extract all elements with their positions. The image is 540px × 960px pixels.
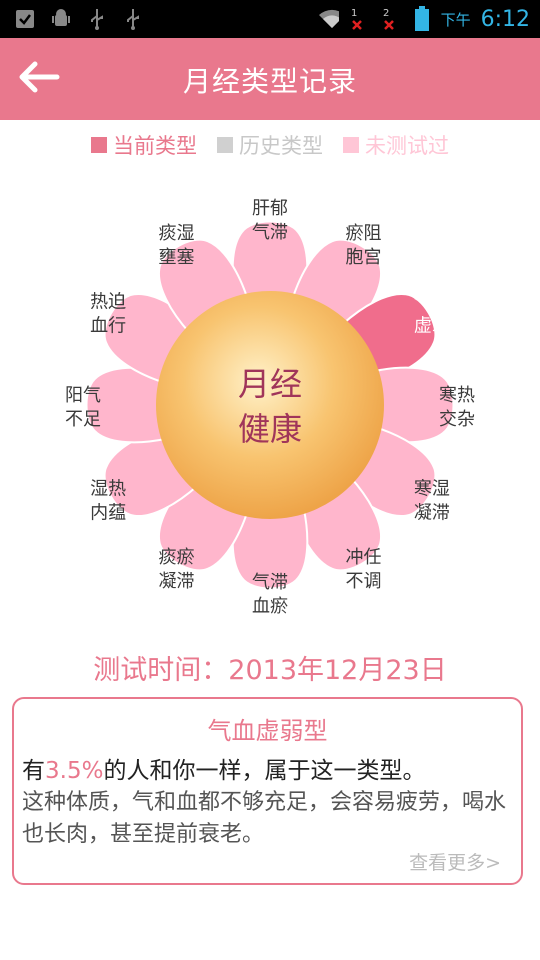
petal-label: 气滞: [252, 572, 288, 593]
petal-label: 热迫: [90, 292, 126, 313]
legend: 当前类型 历史类型 未测试过: [0, 130, 540, 160]
legend-item-untested: 未测试过: [343, 130, 449, 160]
status-ampm: 下午: [440, 10, 471, 29]
petal-label: 交杂: [439, 409, 475, 430]
page-title: 月经类型记录: [182, 65, 357, 98]
petal-label: 内蕴: [90, 503, 126, 524]
petal-label: 凝滞: [414, 503, 450, 524]
petal-label: 不足: [65, 409, 101, 430]
legend-label: 历史类型: [239, 134, 323, 158]
result-description: 这种体质，气和血都不够充足，会容易疲劳，喝水也长肉，甚至提前衰老。: [22, 790, 507, 847]
result-percent: 3.5%: [45, 758, 104, 784]
petal-label: 气滞: [252, 222, 288, 243]
signal-no-service-icon: 1: [347, 8, 371, 30]
result-card: 气血虚弱型 有3.5%的人和你一样，属于这一类型。 这种体质，气和血都不够充足，…: [12, 697, 523, 885]
result-suffix: 的人和你一样，属于这一类型。: [103, 758, 426, 784]
legend-item-history: 历史类型: [217, 130, 323, 160]
petal-label: 胞宫: [346, 247, 382, 268]
usb-icon: [122, 8, 144, 30]
petal-label: 冲任: [346, 547, 382, 568]
petal-label: 痰湿: [159, 223, 195, 244]
result-title: 气血虚弱型: [207, 717, 328, 745]
petal-label: 虚弱: [414, 316, 450, 337]
petal-label: 瘀阻: [346, 223, 382, 244]
flower-center[interactable]: [156, 291, 384, 519]
legend-item-current: 当前类型: [91, 130, 197, 160]
petal-label: 壅塞: [159, 247, 195, 268]
petal-label: 血行: [90, 316, 126, 337]
type-flower: 肝郁气滞 瘀阻胞宫气血虚弱寒热交杂寒湿凝滞冲任不调气滞血瘀痰瘀凝滞湿热内蕴阳气不足…: [65, 198, 475, 617]
legend-swatch: [217, 137, 233, 153]
petal-label: 阳气: [65, 385, 101, 406]
usb-icon: [86, 8, 108, 30]
petal-label: 寒湿: [414, 479, 450, 500]
status-bar: 1 2 下午 6:12: [0, 0, 540, 38]
legend-label: 未测试过: [365, 134, 449, 158]
legend-swatch: [343, 137, 359, 153]
petal-label: 痰瘀: [159, 547, 195, 568]
center-label-line1: 月经: [238, 365, 302, 403]
petal-label: 肝郁: [252, 198, 288, 219]
center-label-line2: 健康: [238, 410, 302, 448]
petal-label: 不调: [346, 571, 382, 592]
petal-label: 气血: [414, 292, 450, 313]
signal-no-service-icon: 2: [379, 8, 403, 30]
status-time: 6:12: [480, 6, 530, 32]
legend-swatch: [91, 137, 107, 153]
wifi-icon: [317, 8, 339, 30]
legend-label: 当前类型: [113, 134, 197, 158]
battery-icon: [411, 6, 433, 31]
app-bar: 月经类型记录: [0, 38, 540, 120]
petal-label: 湿热: [90, 479, 126, 500]
result-share-line: 有3.5%的人和你一样，属于这一类型。: [22, 751, 425, 785]
sim-number: 2: [383, 8, 389, 19]
petal-label: 凝滞: [159, 571, 195, 592]
android-debug-icon: [50, 8, 72, 30]
checkbox-icon: [14, 8, 36, 30]
result-prefix: 有: [22, 758, 45, 784]
sim-number: 1: [351, 8, 357, 19]
test-time: 测试时间：2013年12月23日: [93, 655, 447, 686]
petal-label: 血瘀: [252, 596, 288, 617]
see-more-link[interactable]: 查看更多>: [409, 848, 501, 875]
petal-label: 寒热: [439, 385, 475, 406]
